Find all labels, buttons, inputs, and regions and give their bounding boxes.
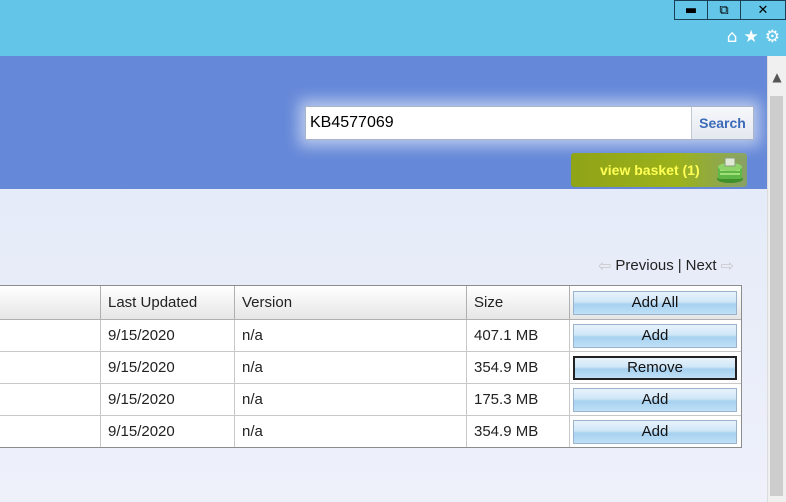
page-content: Search view basket (1) ⇦ Previous | Next… — [0, 56, 767, 502]
pager: ⇦ Previous | Next ⇨ — [598, 256, 734, 275]
table-row: 9/15/2020 n/a 175.3 MB Add — [0, 384, 741, 416]
header-version[interactable]: Version — [235, 286, 467, 319]
header-last-updated[interactable]: Last Updated — [101, 286, 235, 319]
search-input[interactable] — [306, 107, 691, 139]
scroll-up-icon[interactable]: ▲ — [768, 70, 786, 84]
browser-toolbar: ⌂ ★ ⚙ — [727, 28, 780, 46]
gear-icon[interactable]: ⚙ — [765, 28, 780, 46]
restore-icon: ⧉ — [719, 2, 729, 18]
header-banner: Search view basket (1) — [0, 56, 767, 189]
size-cell: 175.3 MB — [467, 384, 570, 415]
size-cell: 354.9 MB — [467, 416, 570, 447]
size-cell: 354.9 MB — [467, 352, 570, 383]
version-cell: n/a — [235, 352, 467, 383]
minimize-icon: ▬ — [684, 2, 698, 18]
add-all-button[interactable]: Add All — [573, 290, 737, 315]
header-title[interactable] — [0, 286, 101, 319]
scroll-thumb[interactable] — [770, 96, 783, 496]
action-cell: Remove — [570, 352, 741, 383]
title-cell — [0, 416, 101, 447]
add-button[interactable]: Add — [573, 387, 737, 412]
add-button[interactable]: Add — [573, 419, 737, 444]
action-cell: Add — [570, 320, 741, 351]
add-button[interactable]: Add — [573, 323, 737, 348]
version-cell: n/a — [235, 416, 467, 447]
close-button[interactable]: ✕ — [740, 0, 786, 20]
table-header: Last Updated Version Size Add All — [0, 286, 741, 320]
last-updated-cell: 9/15/2020 — [101, 320, 235, 351]
next-link[interactable]: Next — [686, 257, 717, 274]
version-cell: n/a — [235, 320, 467, 351]
results-table: Last Updated Version Size Add All 9/15/2… — [0, 285, 742, 448]
close-icon: ✕ — [757, 2, 769, 18]
minimize-button[interactable]: ▬ — [674, 0, 708, 20]
remove-button[interactable]: Remove — [573, 355, 737, 380]
last-updated-cell: 9/15/2020 — [101, 416, 235, 447]
header-action: Add All — [570, 286, 741, 319]
title-cell — [0, 352, 101, 383]
action-cell: Add — [570, 384, 741, 415]
window-controls: ▬ ⧉ ✕ — [674, 0, 786, 20]
table-row: 9/15/2020 n/a 354.9 MB Remove — [0, 352, 741, 384]
vertical-scrollbar[interactable]: ▲ — [767, 56, 786, 502]
basket-label: view basket (1) — [600, 162, 700, 178]
restore-button[interactable]: ⧉ — [707, 0, 741, 20]
search-button[interactable]: Search — [691, 107, 753, 139]
star-icon[interactable]: ★ — [744, 28, 759, 46]
table-row: 9/15/2020 n/a 407.1 MB Add — [0, 320, 741, 352]
size-cell: 407.1 MB — [467, 320, 570, 351]
window-titlebar: ▬ ⧉ ✕ ⌂ ★ ⚙ — [0, 0, 786, 56]
last-updated-cell: 9/15/2020 — [101, 384, 235, 415]
search-box: Search — [305, 106, 754, 140]
pager-separator: | — [677, 257, 682, 274]
view-basket-link[interactable]: view basket (1) — [571, 153, 747, 187]
basket-icon — [717, 157, 743, 183]
title-cell — [0, 320, 101, 351]
home-icon[interactable]: ⌂ — [727, 28, 738, 46]
action-cell: Add — [570, 416, 741, 447]
next-arrow-icon[interactable]: ⇨ — [721, 256, 734, 275]
header-size[interactable]: Size — [467, 286, 570, 319]
previous-link[interactable]: Previous — [615, 257, 673, 274]
title-cell — [0, 384, 101, 415]
last-updated-cell: 9/15/2020 — [101, 352, 235, 383]
previous-arrow-icon[interactable]: ⇦ — [598, 256, 611, 275]
table-row: 9/15/2020 n/a 354.9 MB Add — [0, 416, 741, 447]
version-cell: n/a — [235, 384, 467, 415]
